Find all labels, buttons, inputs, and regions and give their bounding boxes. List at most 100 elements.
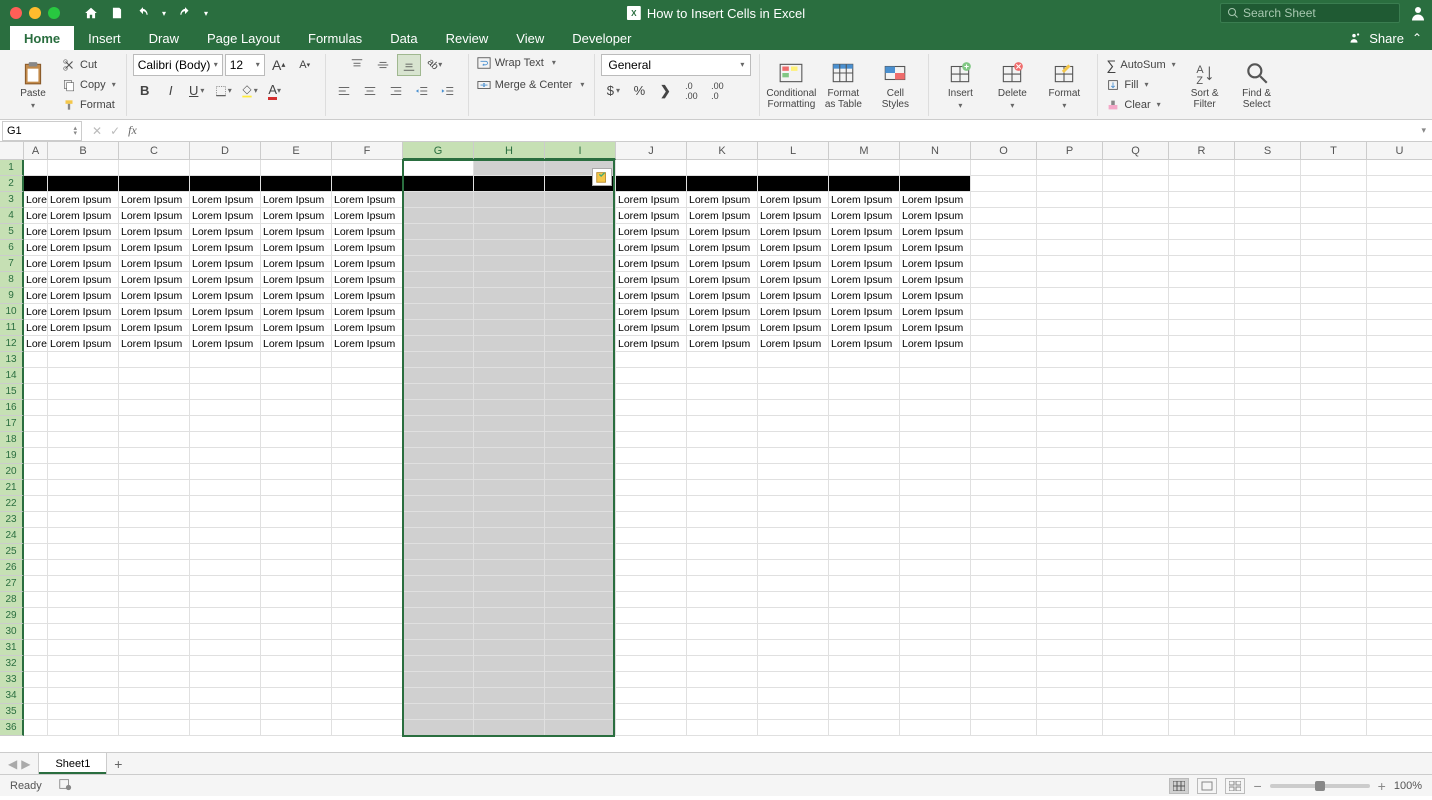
cell[interactable] (1037, 544, 1103, 560)
cell[interactable] (758, 560, 829, 576)
cell[interactable] (403, 336, 474, 352)
cell[interactable] (403, 544, 474, 560)
cell[interactable] (261, 160, 332, 176)
cell[interactable] (971, 640, 1037, 656)
cell[interactable] (1037, 528, 1103, 544)
cell[interactable]: Lorem Ipsum (48, 336, 119, 352)
cell[interactable] (1103, 576, 1169, 592)
cell[interactable] (1235, 416, 1301, 432)
cell[interactable] (1103, 384, 1169, 400)
col-header-N[interactable]: N (900, 142, 971, 160)
cell[interactable] (687, 352, 758, 368)
cell[interactable]: Lorem Ipsum (190, 304, 261, 320)
find-select-button[interactable]: Find & Select (1232, 55, 1282, 115)
cell[interactable] (1235, 224, 1301, 240)
cell[interactable]: Lorem Ipsum (616, 272, 687, 288)
cell[interactable]: Lorem Ipsum (900, 336, 971, 352)
cell[interactable] (971, 592, 1037, 608)
fill-color-button[interactable]: ▾ (237, 80, 261, 102)
cell[interactable] (758, 688, 829, 704)
cell[interactable] (545, 240, 616, 256)
cell[interactable] (900, 496, 971, 512)
cell[interactable] (971, 224, 1037, 240)
cell[interactable] (1301, 192, 1367, 208)
cell[interactable] (1367, 496, 1432, 512)
cell[interactable] (829, 448, 900, 464)
cell[interactable] (1037, 368, 1103, 384)
cell[interactable] (261, 384, 332, 400)
cell[interactable] (1367, 224, 1432, 240)
row-header-30[interactable]: 30 (0, 624, 24, 640)
cell[interactable] (1235, 320, 1301, 336)
col-header-H[interactable]: H (474, 142, 545, 160)
collapse-ribbon-icon[interactable]: ⌃ (1412, 31, 1422, 45)
cell[interactable] (190, 352, 261, 368)
col-header-Q[interactable]: Q (1103, 142, 1169, 160)
cell[interactable] (403, 688, 474, 704)
cell[interactable]: Lorem Ipsum (48, 224, 119, 240)
cell[interactable] (758, 592, 829, 608)
cell[interactable] (900, 608, 971, 624)
cell[interactable] (119, 464, 190, 480)
cell[interactable] (616, 608, 687, 624)
cell[interactable]: Lorem Ipsum (119, 336, 190, 352)
cell[interactable] (1235, 624, 1301, 640)
cell[interactable] (545, 560, 616, 576)
cell[interactable] (119, 672, 190, 688)
cell[interactable] (1169, 320, 1235, 336)
cell[interactable] (24, 544, 48, 560)
cell[interactable] (545, 352, 616, 368)
cell[interactable] (1103, 592, 1169, 608)
cell[interactable] (1169, 240, 1235, 256)
cell[interactable] (1103, 336, 1169, 352)
cell[interactable] (1169, 672, 1235, 688)
tab-data[interactable]: Data (376, 26, 431, 50)
cell[interactable] (1367, 336, 1432, 352)
cell[interactable] (261, 352, 332, 368)
border-button[interactable]: ▾ (211, 80, 235, 102)
cell[interactable] (971, 160, 1037, 176)
col-header-R[interactable]: R (1169, 142, 1235, 160)
cell[interactable]: Lorem Ipsum (332, 256, 403, 272)
cell[interactable] (1103, 640, 1169, 656)
cell[interactable] (545, 272, 616, 288)
cell[interactable] (1103, 224, 1169, 240)
row-header-25[interactable]: 25 (0, 544, 24, 560)
cell[interactable]: Lorem Ipsum (758, 304, 829, 320)
cell[interactable] (474, 416, 545, 432)
paste-button[interactable]: Paste ▾ (8, 55, 58, 115)
tab-view[interactable]: View (502, 26, 558, 50)
cell[interactable] (48, 480, 119, 496)
cell[interactable] (545, 416, 616, 432)
cell[interactable] (474, 672, 545, 688)
cell[interactable] (616, 416, 687, 432)
cell[interactable] (758, 176, 829, 192)
cell[interactable] (687, 608, 758, 624)
row-header-16[interactable]: 16 (0, 400, 24, 416)
cell[interactable] (1037, 656, 1103, 672)
cell[interactable] (1169, 432, 1235, 448)
row-header-14[interactable]: 14 (0, 368, 24, 384)
tab-insert[interactable]: Insert (74, 26, 135, 50)
fx-icon[interactable]: fx (128, 123, 137, 138)
cell[interactable] (829, 496, 900, 512)
cell[interactable] (687, 576, 758, 592)
cell[interactable] (971, 624, 1037, 640)
cell[interactable] (24, 640, 48, 656)
cell[interactable] (1169, 528, 1235, 544)
close-icon[interactable] (10, 7, 22, 19)
cell[interactable] (616, 528, 687, 544)
cell[interactable] (119, 416, 190, 432)
cell[interactable] (687, 704, 758, 720)
cell[interactable] (616, 544, 687, 560)
cell[interactable] (1301, 480, 1367, 496)
cell[interactable] (545, 624, 616, 640)
search-input[interactable]: Search Sheet (1220, 3, 1400, 23)
cell[interactable] (1301, 464, 1367, 480)
increase-indent-icon[interactable] (436, 80, 460, 102)
cell[interactable] (1301, 384, 1367, 400)
cell[interactable] (1367, 432, 1432, 448)
cell[interactable] (403, 208, 474, 224)
cell[interactable] (474, 272, 545, 288)
number-format-combo[interactable]: General▾ (601, 54, 751, 76)
